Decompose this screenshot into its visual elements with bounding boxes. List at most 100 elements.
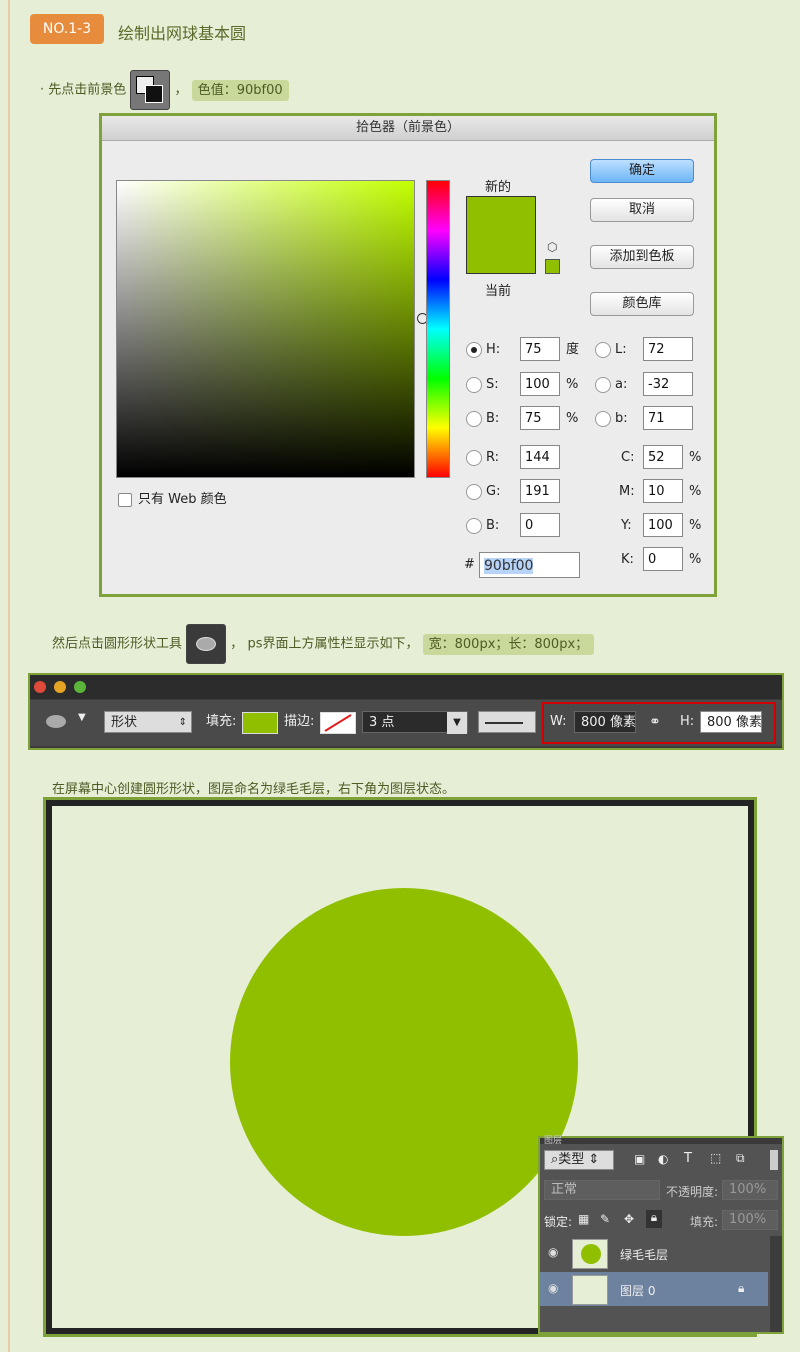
c-label: C: [621,450,635,465]
visibility-eye-icon[interactable]: ◉ [548,1245,558,1259]
hex-field[interactable]: 90bf00 [479,552,580,578]
lock-pixels-icon[interactable]: ✎ [600,1212,610,1226]
step2-sep: ， [230,636,244,652]
stroke-type-select[interactable] [478,711,536,733]
s-field[interactable]: 100 [520,372,560,396]
step2-text: 然后点击圆形形状工具 [52,636,183,652]
fill-label: 填充: [206,714,237,729]
y-unit: % [689,518,702,533]
width-field[interactable]: 800 像素 [574,711,636,733]
green-circle-shape[interactable] [230,888,578,1236]
l-field[interactable]: 72 [643,337,693,361]
step2-value-label: 宽：800px；长：800px； [422,633,595,655]
lab-b-field[interactable]: 71 [643,406,693,430]
hex-prefix: # [464,557,475,572]
b-field[interactable]: 75 [520,406,560,430]
c-unit: % [689,450,702,465]
layer-row[interactable]: ◉ 绿毛毛层 [540,1236,768,1270]
ok-button[interactable]: 确定 [590,159,694,183]
layer-thumbnail [572,1239,608,1269]
web-only-checkbox[interactable]: 只有 Web 颜色 [118,488,227,507]
g-field[interactable]: 191 [520,479,560,503]
web-only-label: 只有 Web 颜色 [138,492,227,507]
stroke-label: 描边: [284,714,315,729]
r-field[interactable]: 144 [520,445,560,469]
options-bar: ▼ 形状 ⇕ 填充: 描边: 3 点 ▼ W: 800 像素 ⚭ H: 800 像素 [28,673,784,750]
s-row: S: [466,372,499,398]
k-field[interactable]: 0 [643,547,683,571]
cube-icon[interactable]: ⬡ [547,240,557,254]
r-radio[interactable] [466,449,482,466]
y-field[interactable]: 100 [643,513,683,537]
g-row: G: [466,479,500,505]
color-libraries-button[interactable]: 颜色库 [590,292,694,316]
panel-scrollbar[interactable] [770,1236,782,1332]
shape-thumb-circle [581,1244,601,1264]
step1-line: · 先点击前景色 ， 色值：90bf00 [40,70,289,110]
cancel-button[interactable]: 取消 [590,198,694,222]
lock-transparency-icon[interactable]: ▦ [578,1212,589,1226]
stroke-size-field[interactable]: 3 点 ▼ [362,711,468,734]
step-badge: NO.1-3 [30,14,104,44]
color-field[interactable] [116,180,428,478]
height-field[interactable]: 800 像素 [700,711,762,733]
mode-arrows-icon: ⇕ [178,717,187,728]
l-radio[interactable] [595,341,611,358]
opacity-field[interactable]: 100% [722,1180,778,1200]
c-field[interactable]: 52 [643,445,683,469]
type-filter-icon[interactable]: T [684,1151,692,1166]
h-radio[interactable] [466,341,482,358]
step-title: 绘制出网球基本圆 [118,24,247,43]
zoom-icon[interactable] [74,681,86,693]
a-radio[interactable] [595,376,611,393]
fill-swatch[interactable] [242,712,278,734]
g-radio[interactable] [466,483,482,500]
layer-name[interactable]: 绿毛毛层 [620,1246,668,1263]
s-radio[interactable] [466,376,482,393]
s-label: S: [486,377,499,392]
smart-object-filter-icon[interactable]: ⧉ [736,1151,745,1166]
shape-filter-icon[interactable]: ⬚ [710,1151,721,1165]
layers-tab[interactable]: 图层 [544,1133,562,1146]
hue-slider[interactable] [426,180,450,478]
layer-row-selected[interactable]: ◉ 图层 0 🔒︎ [540,1272,768,1306]
add-to-swatches-button[interactable]: 添加到色板 [590,245,694,269]
m-field[interactable]: 10 [643,479,683,503]
rgb-b-label: B: [486,518,500,533]
mode-select[interactable]: 形状 ⇕ [104,711,192,733]
b-radio[interactable] [466,410,482,427]
stroke-size-dropdown-icon[interactable]: ▼ [447,712,467,734]
rgb-b-field[interactable]: 0 [520,513,560,537]
h-row: H: [466,337,500,363]
web-safe-swatch[interactable] [545,259,560,274]
checkbox-box[interactable] [118,492,132,507]
rgb-b-radio[interactable] [466,517,482,534]
layer-name[interactable]: 图层 0 [620,1282,655,1299]
step1-value-label: 色值：90bf00 [191,79,289,101]
stroke-swatch[interactable] [320,712,356,734]
minimize-icon[interactable] [54,681,66,693]
preset-dropdown-icon[interactable]: ▼ [78,712,86,723]
lab-b-radio[interactable] [595,410,611,427]
lock-position-icon[interactable]: ✥ [624,1212,634,1226]
close-icon[interactable] [34,681,46,693]
h-field[interactable]: 75 [520,337,560,361]
b-row: B: [466,406,499,432]
filter-value: 类型 [558,1152,585,1167]
r-row: R: [466,445,499,471]
step2-line: 然后点击圆形形状工具 ， ps界面上方属性栏显示如下， 宽：800px；长：80… [52,624,595,664]
image-filter-icon[interactable]: ▣ [634,1152,645,1166]
a-field[interactable]: -32 [643,372,693,396]
fill-field[interactable]: 100% [722,1210,778,1230]
filter-select[interactable]: ⌕类型 ⇕ [544,1150,614,1170]
lab-b-label: b: [615,411,628,426]
filter-toggle[interactable] [770,1150,778,1170]
lock-all-icon[interactable]: 🔒︎ [646,1210,662,1228]
ellipse-tool-icon [186,624,227,664]
adjustment-filter-icon[interactable]: ◐ [658,1152,668,1166]
visibility-eye-icon[interactable]: ◉ [548,1281,558,1295]
ellipse-preset-icon[interactable] [46,715,66,728]
options-row: ▼ 形状 ⇕ 填充: 描边: 3 点 ▼ W: 800 像素 ⚭ H: 800 像素 [30,700,782,746]
link-icon[interactable]: ⚭ [649,711,661,733]
blend-mode-select[interactable]: 正常 [544,1180,660,1200]
